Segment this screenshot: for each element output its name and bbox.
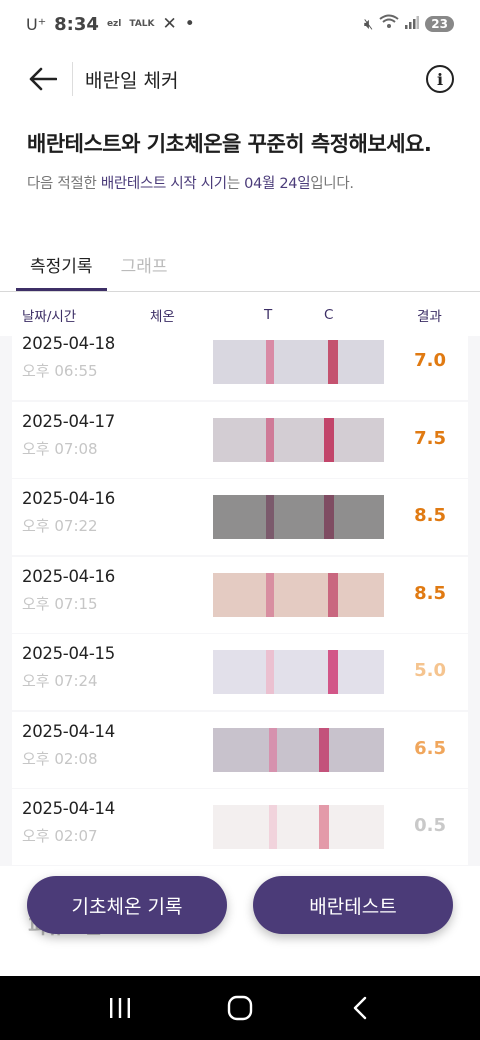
test-strip-image: [213, 572, 384, 617]
test-strip-image: [213, 417, 384, 462]
column-result: 결과: [417, 309, 442, 325]
row-date: 2025-04-16: [22, 489, 115, 508]
arrow-left-icon[interactable]: [26, 62, 60, 96]
dot-icon: •: [184, 14, 195, 34]
page-title: 배란일 체커: [85, 69, 179, 92]
row-result: 7.0: [414, 350, 446, 371]
row-time: 오후 07:22: [22, 517, 98, 535]
control-line: [319, 727, 329, 772]
nav-back-icon[interactable]: [340, 988, 380, 1028]
row-date: 2025-04-18: [22, 336, 115, 353]
test-line: [266, 650, 274, 694]
tab-bar: 측정기록 그래프: [0, 238, 480, 292]
intro-sub-mid: 는: [226, 176, 245, 192]
header-divider: [72, 62, 73, 96]
table-row[interactable]: 2025-04-16 오후 07:15 8.5: [12, 556, 468, 633]
column-t: T: [264, 307, 273, 323]
wifi-icon: [379, 14, 399, 34]
table-header: 날짜/시간 체온 T C 결과: [0, 294, 480, 336]
app-header: 배란일 체커 i: [0, 52, 480, 106]
row-date: 2025-04-14: [22, 721, 115, 741]
recent-apps-icon[interactable]: [100, 988, 140, 1028]
info-icon[interactable]: i: [426, 65, 454, 93]
test-strip-image: [213, 495, 384, 539]
row-time: 오후 06:55: [22, 362, 98, 380]
row-result: 5.0: [414, 660, 446, 681]
test-strip-image: [213, 805, 384, 849]
intro-sub-prefix: 다음 적절한: [27, 176, 101, 192]
row-date: 2025-04-17: [22, 411, 115, 431]
test-line: [266, 572, 274, 617]
table-row[interactable]: 2025-04-14 오후 02:07 0.5: [12, 789, 468, 865]
table-row[interactable]: 2025-04-16 오후 07:22 8.5: [12, 479, 468, 555]
row-date: 2025-04-14: [22, 799, 115, 818]
signal-icon: [405, 15, 420, 33]
intro-title: 배란테스트와 기초체온을 꾸준히 측정해보세요.: [27, 132, 432, 156]
table-row[interactable]: 2025-04-17 오후 07:08 7.5: [12, 401, 468, 478]
control-line: [328, 650, 338, 694]
status-bar: U⁺ 8:34 ezl TALK ✕ • 🔇︎ 23: [0, 0, 480, 48]
test-strip-image: [213, 650, 384, 694]
column-c: C: [324, 307, 334, 323]
test-line: [266, 340, 274, 384]
system-nav-bar: [0, 976, 480, 1040]
table-row[interactable]: 2025-04-14 오후 02:08 6.5: [12, 711, 468, 788]
ovulation-test-button[interactable]: 배란테스트: [253, 876, 453, 934]
row-time: 오후 02:07: [22, 827, 98, 845]
test-strip-image: [213, 727, 384, 772]
intro-section: 배란테스트와 기초체온을 꾸준히 측정해보세요. 다음 적절한 배란테스트 시작…: [27, 128, 467, 193]
mute-icon: 🔇︎: [363, 15, 374, 33]
row-time: 오후 07:24: [22, 672, 98, 690]
notification-icon: ✕: [162, 14, 177, 34]
ezl-icon: ezl: [106, 19, 122, 29]
control-line: [324, 495, 334, 539]
carrier-label: U⁺: [26, 14, 47, 34]
row-date: 2025-04-15: [22, 644, 115, 663]
row-result: 7.5: [414, 427, 446, 449]
column-date: 날짜/시간: [22, 309, 77, 325]
row-result: 8.5: [414, 505, 446, 526]
control-line: [319, 805, 329, 849]
row-time: 오후 07:15: [22, 594, 98, 613]
test-line: [269, 805, 277, 849]
test-line: [269, 727, 277, 772]
table-row[interactable]: 2025-04-15 오후 07:24 5.0: [12, 634, 468, 710]
records-list: 2025-04-18 오후 06:55 7.0 2025-04-17 오후 07:08 7…: [0, 336, 480, 866]
row-time: 오후 07:08: [22, 439, 98, 458]
test-strip-image: [213, 340, 384, 384]
intro-sub-highlight2: 04월 24일: [244, 176, 311, 192]
intro-subtitle: 다음 적절한 배란테스트 시작 시기는 04월 24일입니다.: [27, 172, 467, 193]
row-result: 6.5: [414, 737, 446, 759]
bbt-record-button[interactable]: 기초체온 기록: [27, 876, 227, 934]
control-line: [328, 340, 338, 384]
test-line: [266, 495, 274, 539]
control-line: [328, 572, 338, 617]
bottom-action-area: 피유소설 기초체온 기록 배란테스트: [0, 866, 480, 976]
intro-sub-suffix: 입니다.: [310, 176, 354, 192]
tab-graph[interactable]: 그래프: [107, 252, 182, 291]
table-row[interactable]: 2025-04-18 오후 06:55 7.0: [12, 336, 468, 400]
status-time: 8:34: [54, 13, 99, 35]
row-result: 0.5: [414, 815, 446, 836]
tab-records[interactable]: 측정기록: [16, 252, 107, 291]
intro-sub-highlight1: 배란테스트 시작 시기: [100, 176, 227, 192]
row-time: 오후 02:08: [22, 749, 98, 768]
control-line: [324, 417, 334, 462]
home-icon[interactable]: [220, 988, 260, 1028]
kakaotalk-icon: TALK: [129, 19, 155, 29]
test-line: [266, 417, 274, 462]
battery-icon: 23: [425, 16, 454, 32]
row-result: 8.5: [414, 582, 446, 604]
column-temp: 체온: [150, 309, 175, 325]
row-date: 2025-04-16: [22, 566, 115, 586]
